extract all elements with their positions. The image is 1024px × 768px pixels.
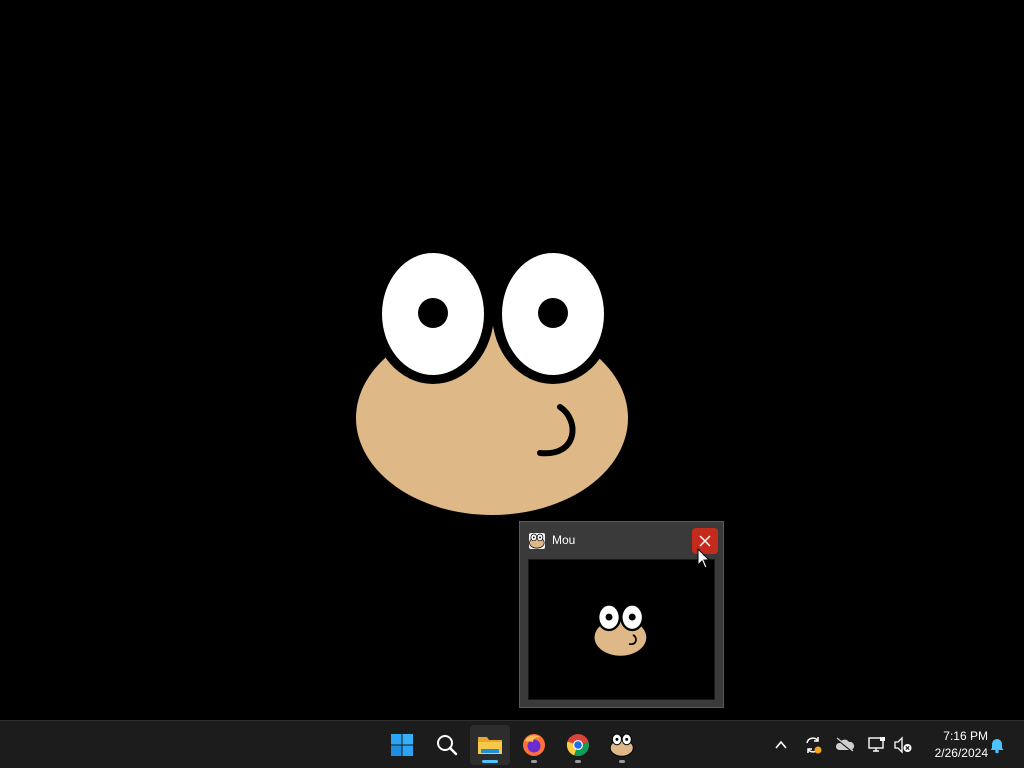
mou-app-button[interactable]: [602, 725, 642, 765]
notification-bell-icon: [990, 739, 1004, 754]
pou-character[interactable]: [340, 235, 650, 530]
preview-titlebar[interactable]: Mou: [520, 522, 723, 558]
notifications-button[interactable]: [985, 733, 1009, 757]
onedrive-tray-button[interactable]: [833, 733, 857, 757]
preview-app-name: Mou: [552, 533, 576, 547]
preview-thumbnail[interactable]: [528, 559, 715, 700]
running-indicator: [575, 760, 581, 763]
chrome-button[interactable]: [558, 725, 598, 765]
running-indicator: [531, 760, 537, 763]
network-tray-button[interactable]: [865, 733, 889, 757]
clock[interactable]: 7:16 PM 2/26/2024: [918, 728, 988, 762]
taskbar: 7:16 PM 2/26/2024: [0, 720, 1024, 768]
volume-muted-icon: [894, 736, 912, 754]
taskbar-preview-window[interactable]: Mou: [519, 521, 724, 708]
close-icon: [699, 535, 711, 547]
search-icon: [437, 735, 458, 756]
network-icon: [868, 737, 885, 752]
firefox-button[interactable]: [514, 725, 554, 765]
volume-tray-button[interactable]: [891, 733, 915, 757]
desktop[interactable]: [0, 0, 1024, 720]
chevron-up-icon: [775, 740, 787, 749]
firefox-icon: [523, 734, 545, 756]
show-hidden-icons-button[interactable]: [769, 733, 793, 757]
search-button[interactable]: [427, 725, 467, 765]
running-indicator: [619, 760, 625, 763]
sync-tray-button[interactable]: [801, 733, 825, 757]
pou-face-icon: [529, 533, 545, 549]
clock-date: 2/26/2024: [934, 746, 988, 760]
clock-time: 7:16 PM: [943, 729, 988, 743]
mouse-cursor-icon: [697, 548, 711, 569]
pou-face-icon: [609, 733, 634, 757]
active-indicator: [482, 760, 498, 763]
sync-icon: [806, 737, 822, 754]
cloud-offline-icon: [835, 737, 855, 753]
chrome-icon: [566, 734, 589, 757]
folder-icon: [478, 737, 502, 754]
pou-character-thumbnail: [592, 602, 648, 658]
start-button[interactable]: [382, 725, 422, 765]
windows-logo-icon: [391, 734, 413, 756]
file-explorer-button[interactable]: [470, 725, 510, 765]
